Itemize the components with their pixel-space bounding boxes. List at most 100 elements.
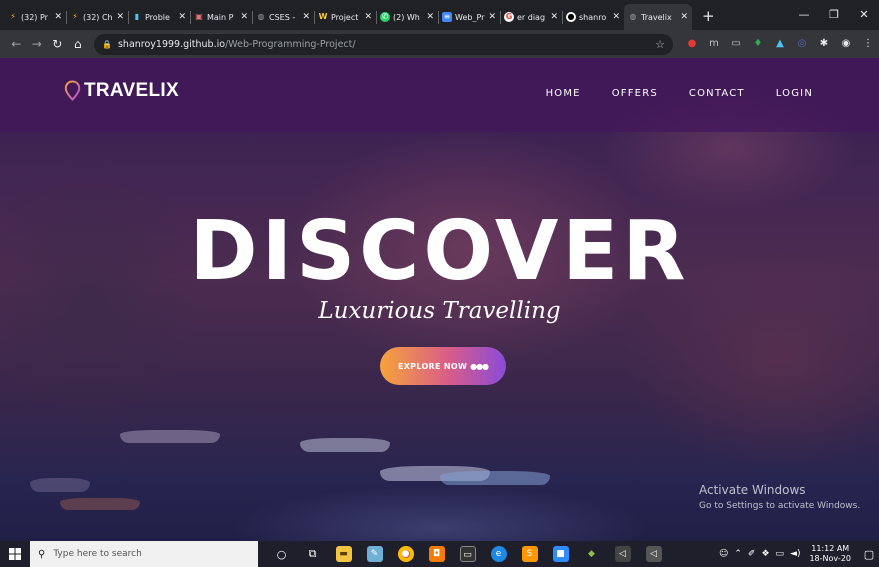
notification-icon[interactable]: ▢ bbox=[859, 548, 879, 561]
tab-label: shanro bbox=[579, 12, 607, 22]
back-icon[interactable]: ← bbox=[6, 37, 27, 51]
watermark-title: Activate Windows bbox=[699, 483, 806, 497]
visual-studio-icon[interactable]: ◁ bbox=[638, 541, 669, 567]
extension-blue-icon[interactable]: ▲ bbox=[771, 37, 789, 51]
tab-2[interactable]: ▮ Proble ✕ bbox=[128, 4, 190, 30]
system-tray: ☺ ⌃ ✐ ❖ ▭ ◄) 11:12 AM 18-Nov-20 ▢ bbox=[716, 541, 879, 567]
volume-icon[interactable]: ◄) bbox=[790, 549, 800, 559]
home-icon[interactable]: ⌂ bbox=[68, 37, 89, 51]
close-window-icon[interactable]: ✕ bbox=[849, 0, 879, 30]
tab-label: (32) Ch bbox=[83, 12, 113, 22]
git-icon[interactable]: ◆ bbox=[576, 541, 607, 567]
tab-9[interactable]: ● shanro ✕ bbox=[562, 4, 624, 30]
people-icon[interactable]: ☺ bbox=[719, 549, 728, 559]
browser-toolbar: ← → ↻ ⌂ 🔒 shanroy1999.github.io/Web-Prog… bbox=[0, 30, 879, 58]
tab-label: (32) Pr bbox=[21, 12, 48, 22]
notepad-icon[interactable]: ✎ bbox=[359, 541, 390, 567]
close-tab-icon[interactable]: ✕ bbox=[240, 12, 248, 22]
file-explorer-icon[interactable]: ▬ bbox=[328, 541, 359, 567]
globe-icon: ◍ bbox=[257, 12, 265, 21]
window-controls: — ❐ ✕ bbox=[789, 0, 879, 30]
whatsapp-icon: ✆ bbox=[380, 12, 390, 22]
search-icon: ⚲ bbox=[38, 548, 46, 560]
terminal-icon[interactable]: ▭ bbox=[452, 541, 483, 567]
extension-o-icon[interactable]: ◎ bbox=[793, 37, 811, 51]
tab-label: Proble bbox=[145, 12, 170, 22]
forward-icon[interactable]: → bbox=[27, 37, 48, 51]
close-tab-icon[interactable]: ✕ bbox=[178, 12, 186, 22]
tab-10-active[interactable]: ◍ Travelix ✕ bbox=[624, 4, 692, 30]
close-tab-icon[interactable]: ✕ bbox=[302, 12, 310, 22]
url-host: shanroy1999.github.io bbox=[117, 38, 226, 50]
clock-time: 11:12 AM bbox=[811, 544, 850, 553]
sublime-icon[interactable]: S bbox=[514, 541, 545, 567]
extensions-puzzle-icon[interactable]: ✱ bbox=[815, 37, 833, 51]
address-bar[interactable]: 🔒 shanroy1999.github.io/Web-Programming-… bbox=[94, 33, 673, 55]
close-tab-icon[interactable]: ✕ bbox=[612, 12, 620, 22]
close-tab-icon[interactable]: ✕ bbox=[116, 12, 124, 22]
tab-label: CSES - bbox=[269, 12, 296, 22]
activate-windows-watermark: Activate Windows Go to Settings to activ… bbox=[699, 483, 860, 511]
minimize-icon[interactable]: — bbox=[789, 0, 819, 30]
tab-label: er diag bbox=[517, 12, 546, 22]
tab-8[interactable]: Ger diag ✕ bbox=[500, 4, 562, 30]
chrome-icon[interactable]: ● bbox=[390, 541, 421, 567]
explore-now-button[interactable]: EXPLORE NOW ●●● bbox=[380, 347, 506, 385]
docs-icon: ≡ bbox=[442, 12, 452, 22]
extension-pin-icon[interactable]: ♦ bbox=[749, 37, 767, 51]
tab-label: Travelix bbox=[641, 12, 672, 22]
app-icon: ▣ bbox=[195, 12, 203, 21]
cortana-icon[interactable]: ○ bbox=[266, 541, 297, 567]
screen: ⚡ (32) Pr ✕ ⚡ (32) Ch ✕ ▮ Proble ✕ ▣ Main P ✕ ◍ C… bbox=[0, 0, 879, 567]
globe-icon: ◍ bbox=[629, 12, 637, 21]
reload-icon[interactable]: ↻ bbox=[47, 37, 68, 51]
close-tab-icon[interactable]: ✕ bbox=[488, 12, 496, 22]
pen-icon[interactable]: ✐ bbox=[748, 549, 756, 559]
bookmark-star-icon[interactable]: ☆ bbox=[655, 38, 665, 51]
battery-icon[interactable]: ▭ bbox=[776, 549, 785, 559]
tab-7[interactable]: ≡ Web_Pr ✕ bbox=[438, 4, 500, 30]
extension-red-icon[interactable]: ● bbox=[683, 37, 701, 51]
windows-start-button[interactable] bbox=[0, 541, 30, 567]
tab-6[interactable]: ✆ (2) Wh ✕ bbox=[376, 4, 438, 30]
extension-m-icon[interactable]: m bbox=[705, 37, 723, 51]
windows-logo-icon bbox=[9, 548, 21, 560]
tab-0[interactable]: ⚡ (32) Pr ✕ bbox=[4, 4, 66, 30]
extension-screen-icon[interactable]: ▭ bbox=[727, 37, 745, 51]
extensions-bar: ● m ▭ ♦ ▲ ◎ ✱ ◉ ⋮ bbox=[681, 37, 879, 51]
close-tab-icon[interactable]: ✕ bbox=[364, 12, 372, 22]
url-path: /Web-Programming-Project/ bbox=[225, 38, 356, 50]
zoom-icon[interactable]: ■ bbox=[545, 541, 576, 567]
edge-icon[interactable]: e bbox=[483, 541, 514, 567]
tab-5[interactable]: W Project ✕ bbox=[314, 4, 376, 30]
hero-headline: DISCOVER bbox=[189, 204, 690, 299]
search-placeholder: Type here to search bbox=[53, 549, 142, 559]
task-view-icon[interactable]: ⧉ bbox=[297, 541, 328, 567]
close-tab-icon[interactable]: ✕ bbox=[54, 12, 62, 22]
taskbar-clock[interactable]: 11:12 AM 18-Nov-20 bbox=[809, 544, 851, 564]
restore-icon[interactable]: ❐ bbox=[819, 0, 849, 30]
vscode-icon[interactable]: ◁ bbox=[607, 541, 638, 567]
tab-3[interactable]: ▣ Main P ✕ bbox=[190, 4, 252, 30]
close-tab-icon[interactable]: ✕ bbox=[426, 12, 434, 22]
close-tab-icon[interactable]: ✕ bbox=[680, 12, 688, 22]
taskbar-search-box[interactable]: ⚲ Type here to search bbox=[30, 541, 258, 567]
kebab-menu-icon[interactable]: ⋮ bbox=[859, 37, 877, 51]
chart-bars-icon: ▮ bbox=[134, 12, 140, 21]
tab-label: Project bbox=[331, 12, 359, 22]
close-tab-icon[interactable]: ✕ bbox=[550, 12, 558, 22]
tab-4[interactable]: ◍ CSES - ✕ bbox=[252, 4, 314, 30]
tab-label: Main P bbox=[207, 12, 234, 22]
app-orange-icon[interactable]: ◘ bbox=[421, 541, 452, 567]
tab-label: (2) Wh bbox=[393, 12, 420, 22]
cta-dots: ●●● bbox=[470, 361, 489, 371]
new-tab-button[interactable]: + bbox=[692, 4, 725, 30]
tab-1[interactable]: ⚡ (32) Ch ✕ bbox=[66, 4, 128, 30]
chevron-up-icon[interactable]: ⌃ bbox=[734, 549, 742, 559]
lock-icon[interactable]: 🔒 bbox=[102, 40, 112, 49]
tab-strip: ⚡ (32) Pr ✕ ⚡ (32) Ch ✕ ▮ Proble ✕ ▣ Main P ✕ ◍ C… bbox=[0, 0, 879, 30]
profile-avatar[interactable]: ◉ bbox=[837, 37, 855, 51]
w-icon: W bbox=[318, 12, 328, 21]
tab-label: Web_Pr bbox=[455, 12, 485, 22]
dropbox-icon[interactable]: ❖ bbox=[761, 549, 769, 559]
